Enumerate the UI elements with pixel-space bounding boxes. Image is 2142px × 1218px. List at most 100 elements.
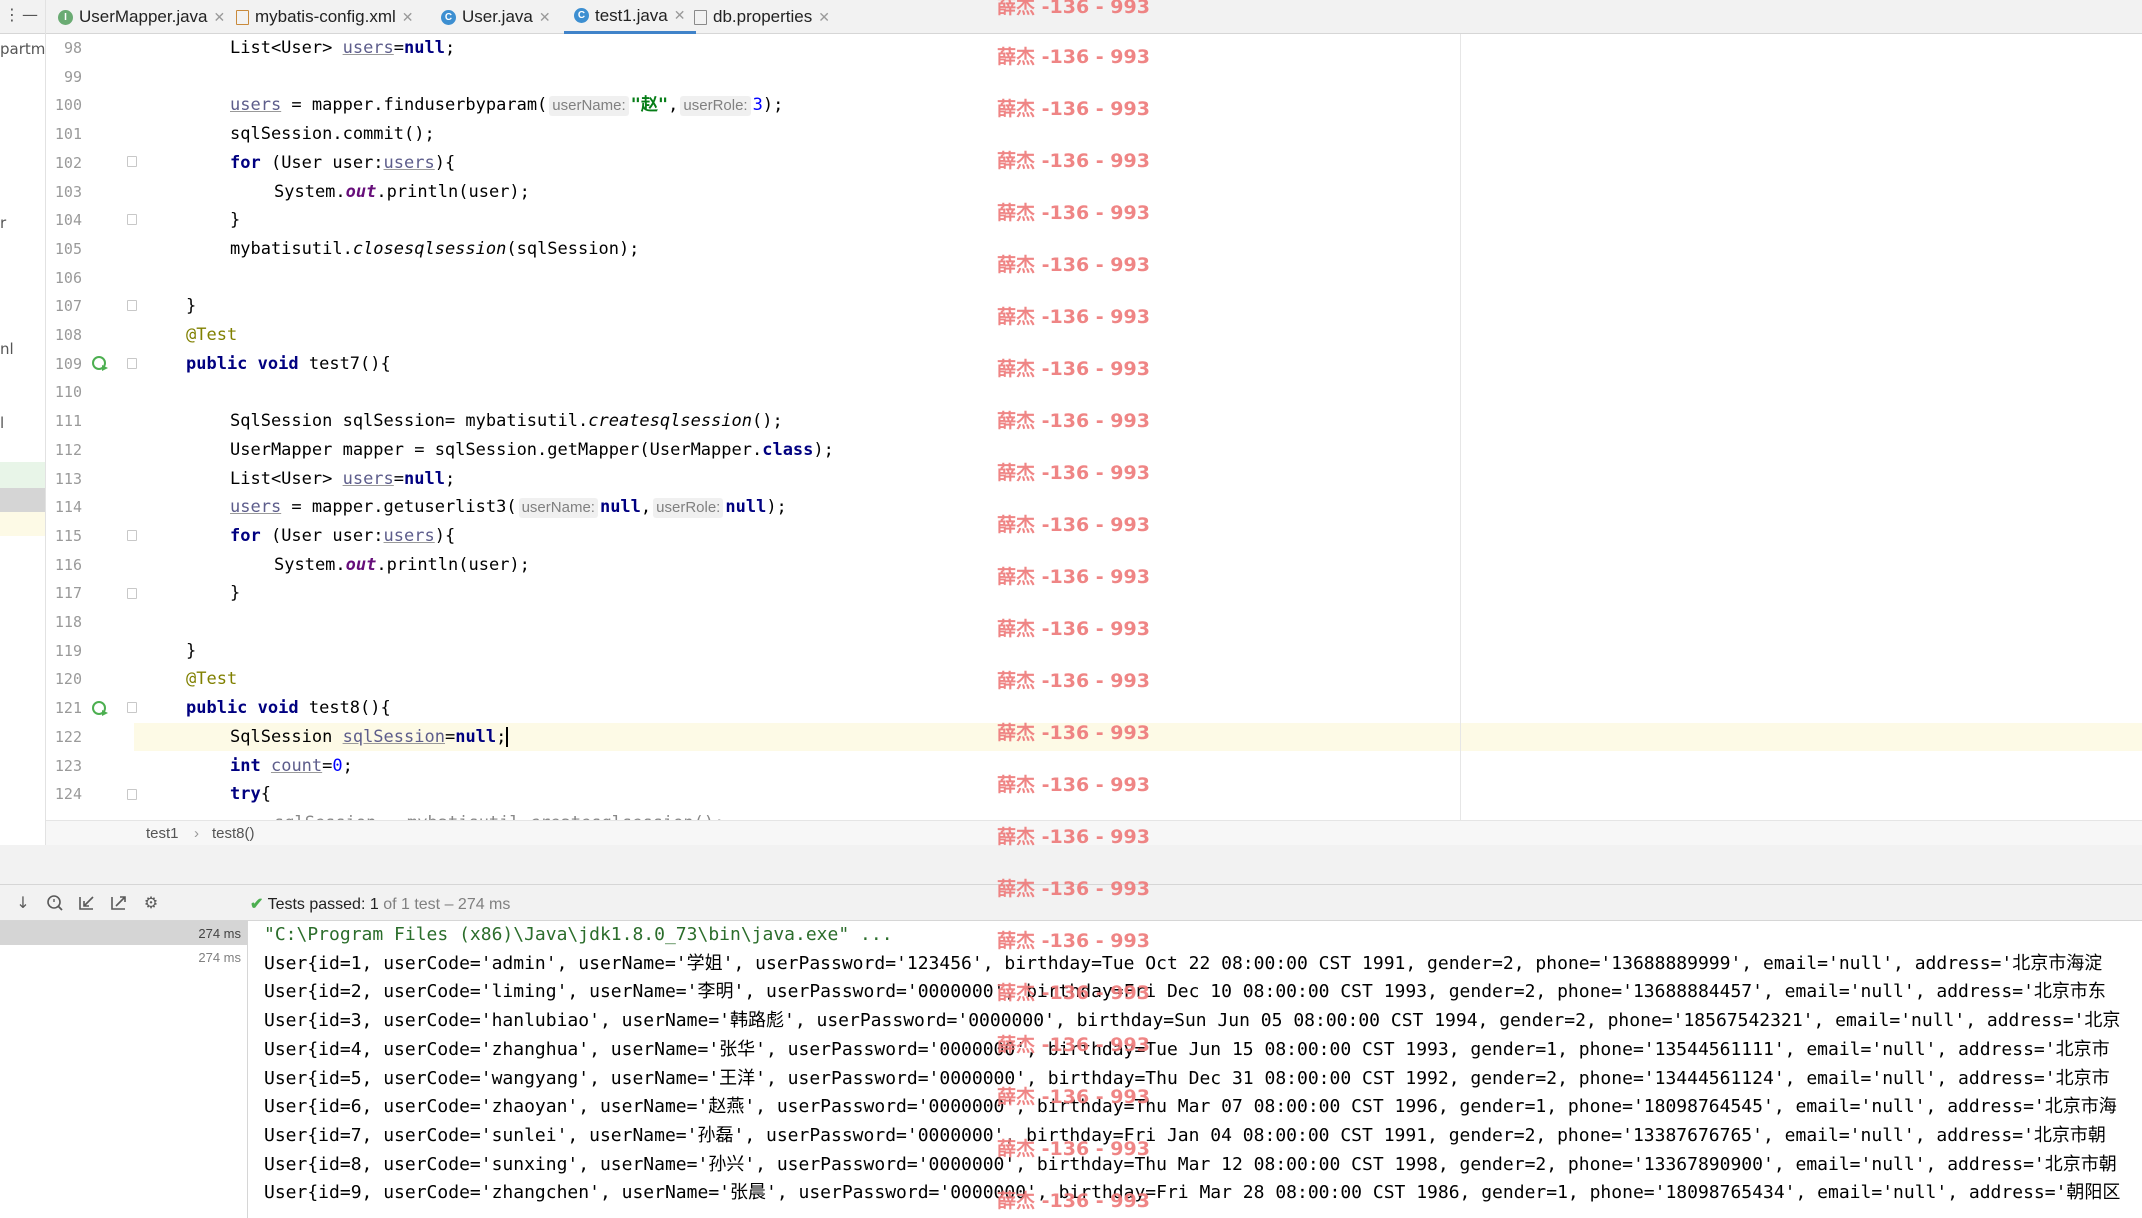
close-icon[interactable]: ✕ [539, 9, 551, 26]
class-icon: C [574, 8, 589, 23]
tab-label: db.properties [713, 7, 813, 26]
tab-label: User.java [462, 7, 533, 26]
code-line: @Test [186, 669, 238, 690]
console-line: User{id=2, userCode='liming', userName='… [264, 981, 2106, 1003]
code-line: } [186, 640, 197, 661]
watermark-text: 薛杰 -136 - 993 [997, 0, 1150, 18]
parameter-hint: userRole: [680, 96, 751, 117]
line-number: 124 [54, 785, 82, 804]
close-icon[interactable]: ✕ [214, 9, 226, 26]
watermark-text: 薛杰 -136 - 993 [997, 254, 1150, 276]
tree-row-selected[interactable]: 274 ms [0, 921, 247, 945]
code-line: } [230, 210, 241, 231]
line-number: 102 [54, 153, 82, 172]
line-number: 107 [54, 297, 82, 316]
project-panel-toolbar: ⋮ — [0, 0, 45, 34]
close-icon[interactable]: ✕ [818, 9, 830, 26]
watermark-text: 薛杰 -136 - 993 [997, 98, 1150, 120]
gear-icon[interactable]: ⚙ [142, 894, 160, 912]
tab-test1-java[interactable]: C test1.java ✕ [564, 0, 696, 34]
project-tree-row-selected[interactable] [0, 488, 45, 512]
line-number: 119 [54, 641, 82, 660]
test-status-count: 1 [369, 896, 379, 913]
history-icon[interactable] [46, 894, 64, 912]
fold-marker-icon[interactable] [127, 588, 137, 599]
breadcrumb-item[interactable]: test8() [212, 825, 255, 842]
console-command-line: "C:\Program Files (x86)\Java\jdk1.8.0_73… [264, 924, 893, 945]
line-number: 118 [54, 613, 82, 631]
fold-marker-icon[interactable] [127, 300, 137, 311]
code-line: } [230, 583, 241, 604]
test-status-label: Tests passed: [267, 896, 366, 913]
code-line: public void test8(){ [186, 698, 391, 719]
test-results-tree[interactable]: 274 ms 274 ms [0, 921, 248, 1218]
parameter-hint: userName: [518, 498, 598, 519]
tree-row[interactable]: 274 ms [0, 945, 247, 969]
tab-mybatis-config-xml[interactable]: mybatis-config.xml ✕ [236, 0, 414, 34]
test-status: ✔ Tests passed: 1 of 1 test – 274 ms [250, 894, 510, 914]
run-test-icon[interactable] [91, 354, 109, 372]
watermark-text: 薛杰 -136 - 993 [997, 462, 1150, 484]
watermark-text: 薛杰 -136 - 993 [997, 618, 1150, 640]
line-number: 116 [54, 555, 82, 574]
code-line: public void test7(){ [186, 353, 391, 374]
code-line: @Test [186, 325, 238, 345]
breadcrumb-item[interactable]: test1 [146, 825, 179, 842]
watermark-text: 薛杰 -136 - 993 [997, 358, 1150, 380]
close-icon[interactable]: ✕ [402, 9, 414, 26]
tab-db-properties[interactable]: db.properties ✕ [694, 0, 830, 34]
line-number: 100 [54, 96, 82, 115]
import-tests-icon[interactable] [78, 894, 96, 912]
code-line: for (User user:users){ [230, 152, 456, 173]
tab-label: mybatis-config.xml [255, 7, 396, 26]
line-number: 101 [54, 125, 82, 144]
project-panel-edge: ⋮ — partm r nl l [0, 0, 46, 845]
line-number: 122 [54, 727, 82, 746]
line-number: 113 [54, 469, 82, 488]
watermark-text: 薛杰 -136 - 993 [997, 774, 1150, 796]
parameter-hint: userRole: [653, 498, 724, 519]
tab-usermapper-java[interactable]: I UserMapper.java ✕ [58, 0, 225, 34]
watermark-text: 薛杰 -136 - 993 [997, 150, 1150, 172]
fold-marker-icon[interactable] [127, 530, 137, 541]
code-line: System.out.println(user); [274, 554, 530, 575]
project-tree-fragment[interactable]: partm [0, 40, 45, 58]
code-line: mybatisutil.closesqlsession(sqlSession); [230, 238, 640, 259]
project-tree-fragment[interactable]: r [0, 214, 6, 232]
fold-marker-icon[interactable] [127, 214, 137, 225]
line-number: 115 [54, 526, 82, 545]
parameter-hint: userName: [549, 96, 629, 117]
code-line: UserMapper mapper = sqlSession.getMapper… [230, 439, 834, 460]
watermark-text: 薛杰 -136 - 993 [997, 722, 1150, 744]
arrow-down-icon[interactable]: ↓ [14, 894, 32, 912]
text-caret [506, 726, 508, 747]
code-line: users = mapper.finduserbyparam(userName:… [230, 95, 784, 117]
fold-marker-icon[interactable] [127, 358, 137, 369]
fold-marker-icon[interactable] [127, 702, 137, 713]
settings-icon[interactable]: ⋮ [4, 5, 20, 24]
project-tree-fragment[interactable]: l [0, 414, 4, 432]
code-line: System.out.println(user); [274, 181, 530, 202]
watermark-text: 薛杰 -136 - 993 [997, 878, 1150, 900]
test-status-detail: of 1 test – 274 ms [383, 896, 511, 913]
code-line: users = mapper.getuserlist3(userName: nul… [230, 497, 787, 519]
watermark-text: 薛杰 -136 - 993 [997, 826, 1150, 848]
code-line: SqlSession sqlSession= mybatisutil.creat… [230, 411, 783, 432]
console-line: User{id=9, userCode='zhangchen', userNam… [264, 1182, 2121, 1204]
fold-marker-icon[interactable] [127, 789, 137, 800]
code-line-current: SqlSession sqlSession=null; [230, 726, 508, 747]
watermark-text: 薛杰 -136 - 993 [997, 566, 1150, 588]
watermark-text: 薛杰 -136 - 993 [997, 1138, 1150, 1160]
close-icon[interactable]: ✕ [674, 7, 686, 24]
export-tests-icon[interactable] [110, 894, 128, 912]
project-tree-fragment[interactable]: nl [0, 340, 14, 358]
tab-user-java[interactable]: C User.java ✕ [441, 0, 551, 34]
fold-marker-icon[interactable] [127, 156, 137, 167]
right-margin-guide [1460, 34, 1461, 820]
minimize-icon[interactable]: — [22, 5, 38, 24]
project-tree-row-highlight [0, 462, 45, 488]
console-output[interactable]: "C:\Program Files (x86)\Java\jdk1.8.0_73… [248, 921, 2142, 1218]
console-line: User{id=7, userCode='sunlei', userName='… [264, 1124, 2106, 1146]
line-number: 110 [54, 383, 82, 402]
run-test-icon[interactable] [91, 699, 109, 717]
